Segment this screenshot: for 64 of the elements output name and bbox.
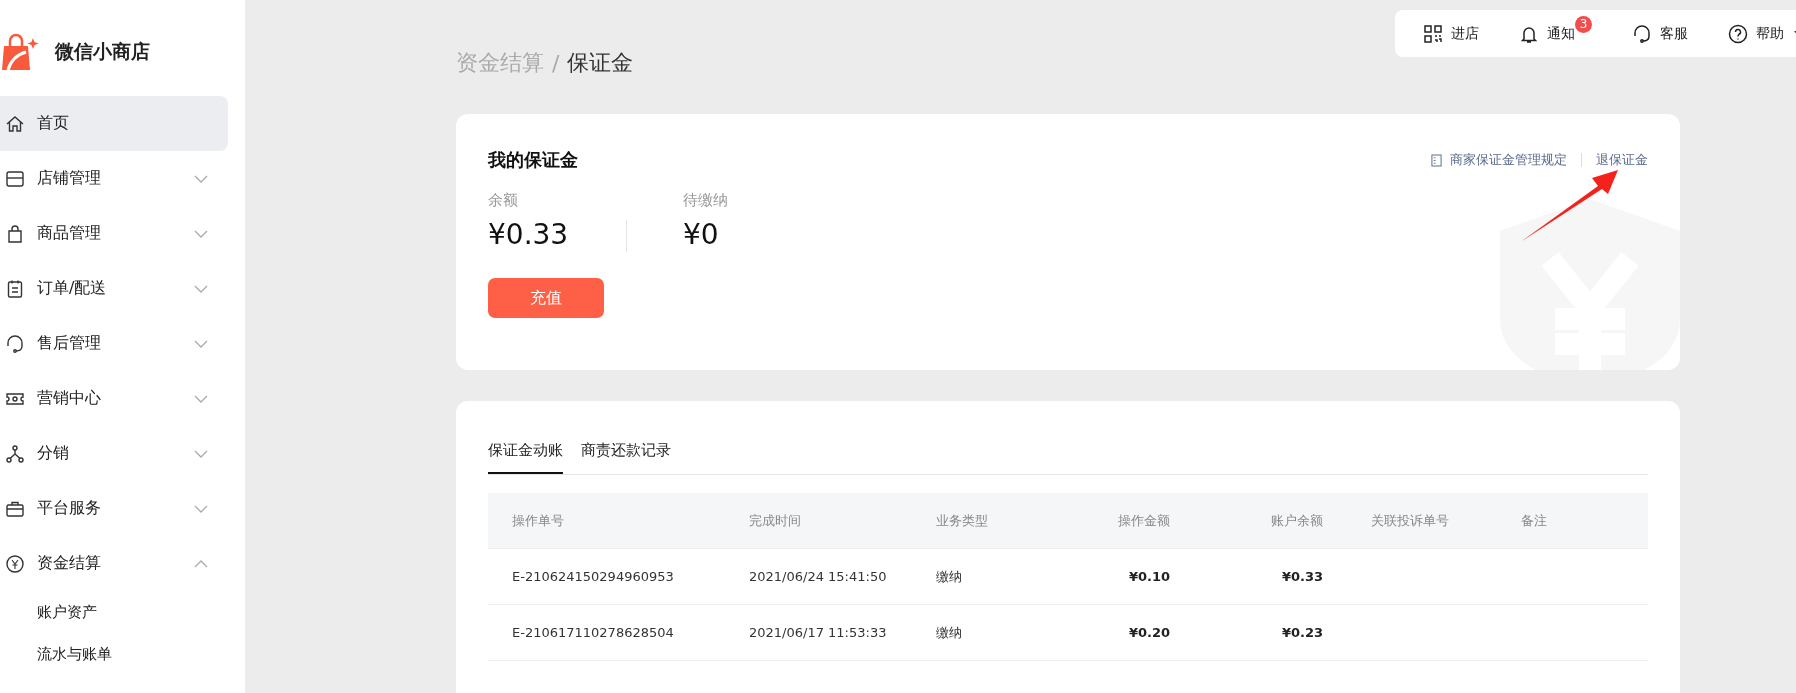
column-header: 账户余额 (1271, 512, 1323, 528)
toolbar-button[interactable]: 帮助 (1728, 23, 1796, 44)
headset-icon (1632, 23, 1652, 44)
sidebar-item[interactable]: 平台服务 (0, 481, 228, 536)
table-cell: ¥0.20 (1128, 625, 1170, 640)
sidebar-item[interactable]: 店铺管理 (0, 151, 228, 206)
stat-label: 待缴纳 (683, 191, 729, 210)
tab[interactable]: 保证金动账 (488, 429, 563, 474)
table-cell: 2021/06/24 15:41:50 (749, 569, 887, 584)
clipboard-icon (5, 278, 25, 299)
stat-value: ¥0.33 (488, 218, 570, 251)
sidebar-item[interactable]: 首页 (0, 96, 228, 151)
sidebar-subitem[interactable]: 流水与账单 (0, 633, 245, 675)
store-icon (5, 168, 25, 189)
qr-code-icon (1423, 23, 1443, 44)
sidebar-item[interactable]: 售后管理 (0, 316, 228, 371)
bag-icon (5, 223, 25, 244)
breadcrumb-current: 保证金 (567, 49, 634, 77)
refund-link[interactable]: 退保证金 (1596, 151, 1648, 169)
breadcrumb-separator: / (552, 50, 560, 76)
stat-label: 余额 (488, 191, 519, 210)
column-header: 备注 (1521, 512, 1547, 528)
column-header: 关联投诉单号 (1371, 512, 1449, 528)
chevron-icon (194, 284, 208, 293)
chevron-icon (194, 339, 208, 348)
sidebar-item[interactable]: 营销中心 (0, 371, 228, 426)
column-header: 操作单号 (512, 512, 564, 528)
sidebar-item[interactable]: 资金结算 (0, 536, 228, 591)
toolbar-button[interactable]: 客服 (1632, 23, 1688, 44)
rules-link[interactable]: 商家保证金管理规定 (1450, 151, 1567, 169)
table-cell: ¥0.33 (1281, 569, 1323, 584)
column-header: 操作金额 (1118, 512, 1170, 528)
table-cell: E-210624150294960953 (512, 569, 674, 584)
toolbar-button[interactable]: 通知 3 (1519, 15, 1592, 52)
column-header: 业务类型 (936, 512, 988, 528)
table-cell: ¥0.23 (1281, 625, 1323, 640)
document-icon (1431, 153, 1442, 167)
sidebar-item[interactable]: 商品管理 (0, 206, 228, 261)
chevron-icon (194, 174, 208, 183)
tab[interactable]: 商责还款记录 (581, 429, 671, 474)
app-name: 微信小商店 (55, 39, 150, 64)
chevron-icon (194, 559, 208, 568)
toolbar-button[interactable]: 进店 (1423, 23, 1479, 44)
yen-circle-icon (5, 553, 25, 574)
card-title: 我的保证金 (488, 148, 578, 172)
sidebar-item[interactable]: 订单/配送 (0, 261, 228, 316)
stat-value: ¥0 (683, 218, 720, 251)
table-cell: 2021/06/17 11:53:33 (749, 625, 887, 640)
notification-badge: 3 (1575, 15, 1592, 33)
share-icon (5, 443, 25, 464)
table-cell: E-210617110278628504 (512, 625, 674, 640)
home-icon (5, 113, 25, 134)
chevron-icon (194, 449, 208, 458)
help-icon (1728, 23, 1748, 44)
table-cell: ¥0.10 (1128, 569, 1170, 584)
chevron-icon (194, 229, 208, 238)
table-cell: 缴纳 (936, 624, 962, 640)
chevron-icon (194, 394, 208, 403)
headset-icon (5, 333, 25, 354)
column-header: 完成时间 (749, 512, 801, 528)
sidebar-subitem[interactable]: 账户资产 (0, 591, 245, 633)
table-cell: 缴纳 (936, 568, 962, 584)
chevron-icon (194, 504, 208, 513)
sidebar-item[interactable]: 分销 (0, 426, 228, 481)
